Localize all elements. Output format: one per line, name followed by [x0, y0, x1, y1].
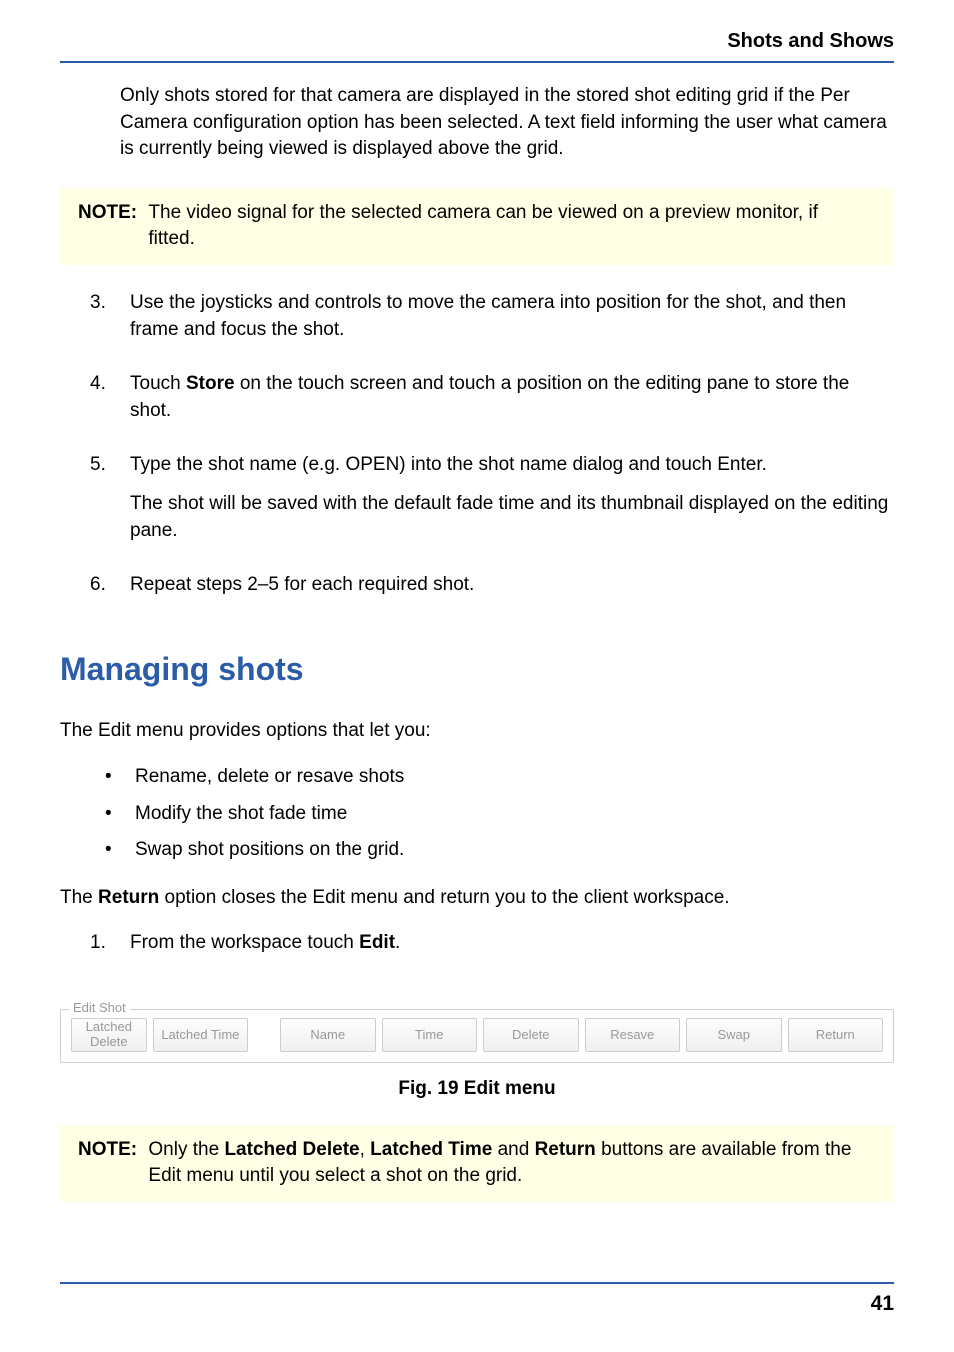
bullet-icon: •	[105, 835, 135, 865]
step-number: 1.	[90, 930, 130, 969]
step-text: The shot will be saved with the default …	[130, 491, 894, 544]
note-label: NOTE:	[78, 200, 137, 227]
step-text: Type the shot name (e.g. OPEN) into the …	[130, 452, 894, 479]
step-number: 6.	[90, 572, 130, 611]
step-3: 3. Use the joysticks and controls to mov…	[90, 290, 894, 355]
latched-delete-button[interactable]: Latched Delete	[71, 1018, 147, 1052]
note-text: The video signal for the selected camera…	[148, 200, 866, 253]
step-text: Repeat steps 2–5 for each required shot.	[130, 572, 894, 599]
edit-intro-text: The Edit menu provides options that let …	[60, 718, 894, 745]
step-5: 5. Type the shot name (e.g. OPEN) into t…	[90, 452, 894, 556]
note-label: NOTE:	[78, 1137, 137, 1164]
list-item: • Rename, delete or resave shots	[105, 762, 894, 792]
step-4: 4. Touch Store on the touch screen and t…	[90, 371, 894, 436]
step-text: Use the joysticks and controls to move t…	[130, 290, 894, 343]
bullet-text: Modify the shot fade time	[135, 799, 347, 829]
bullet-icon: •	[105, 799, 135, 829]
workspace-steps: 1. From the workspace touch Edit.	[90, 930, 894, 969]
bullet-icon: •	[105, 762, 135, 792]
latched-time-button[interactable]: Latched Time	[153, 1018, 249, 1052]
step-1: 1. From the workspace touch Edit.	[90, 930, 894, 969]
return-option-text: The Return option closes the Edit menu a…	[60, 885, 894, 912]
bullet-text: Rename, delete or resave shots	[135, 762, 404, 792]
bullet-text: Swap shot positions on the grid.	[135, 835, 404, 865]
page-number: 41	[60, 1292, 894, 1316]
intro-paragraph: Only shots stored for that camera are di…	[120, 83, 894, 163]
note-block-1: NOTE: The video signal for the selected …	[60, 188, 894, 265]
step-number: 5.	[90, 452, 130, 556]
page-header-title: Shots and Shows	[60, 30, 894, 53]
steps-list: 3. Use the joysticks and controls to mov…	[90, 290, 894, 611]
list-item: • Swap shot positions on the grid.	[105, 835, 894, 865]
swap-button[interactable]: Swap	[686, 1018, 782, 1052]
bullet-list: • Rename, delete or resave shots • Modif…	[105, 762, 894, 865]
step-number: 4.	[90, 371, 130, 436]
name-button[interactable]: Name	[280, 1018, 376, 1052]
edit-shot-legend: Edit Shot	[69, 1000, 130, 1015]
note-text: Only the Latched Delete, Latched Time an…	[148, 1137, 866, 1190]
figure-caption: Fig. 19 Edit menu	[60, 1078, 894, 1100]
section-heading-managing-shots: Managing shots	[60, 651, 894, 688]
list-item: • Modify the shot fade time	[105, 799, 894, 829]
edit-shot-panel: Edit Shot Latched Delete Latched Time Na…	[60, 1009, 894, 1063]
step-6: 6. Repeat steps 2–5 for each required sh…	[90, 572, 894, 611]
step-text: Touch Store on the touch screen and touc…	[130, 371, 894, 424]
step-number: 3.	[90, 290, 130, 355]
step-text: From the workspace touch Edit.	[130, 930, 894, 957]
time-button[interactable]: Time	[382, 1018, 478, 1052]
delete-button[interactable]: Delete	[483, 1018, 579, 1052]
resave-button[interactable]: Resave	[585, 1018, 681, 1052]
note-block-2: NOTE: Only the Latched Delete, Latched T…	[60, 1125, 894, 1202]
return-button[interactable]: Return	[788, 1018, 884, 1052]
